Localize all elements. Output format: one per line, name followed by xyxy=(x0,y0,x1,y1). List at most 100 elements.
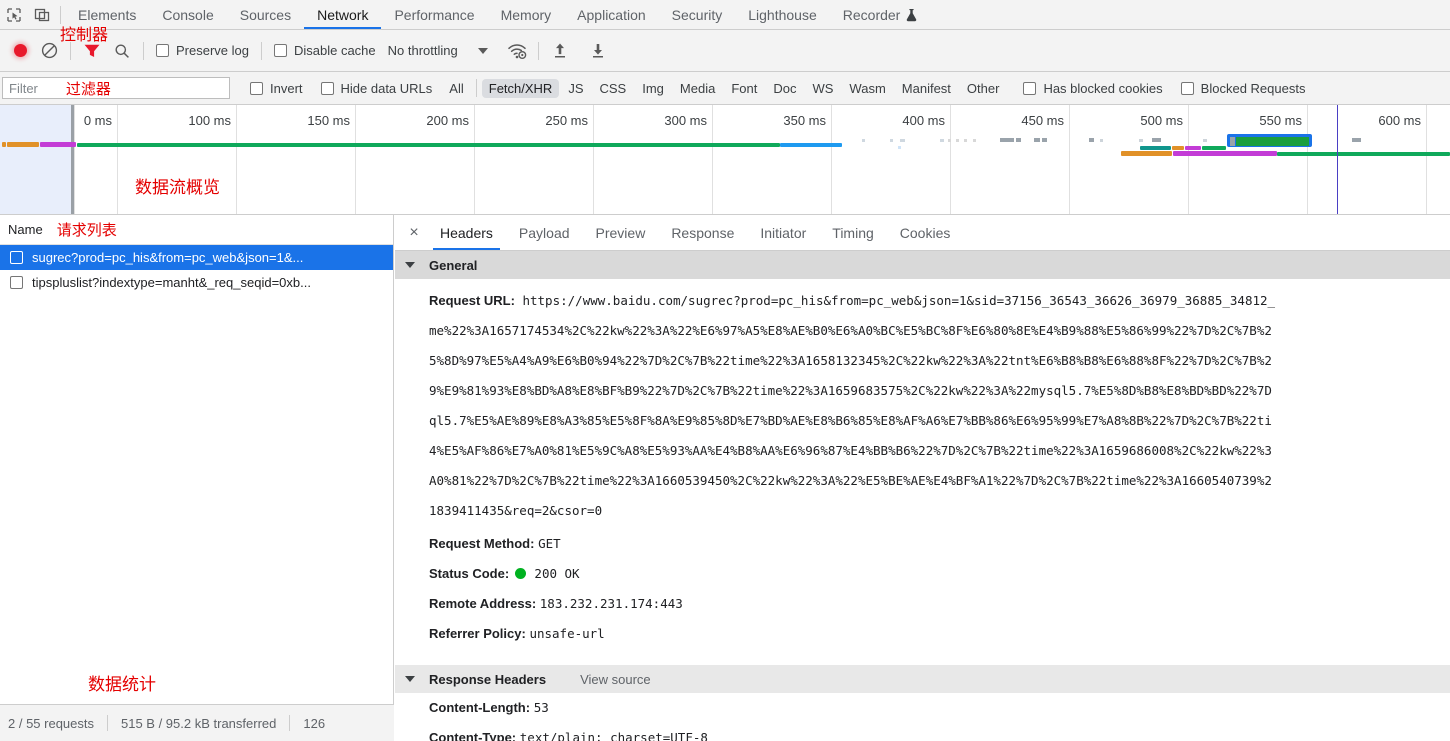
waterfall-micro-ticks xyxy=(1100,139,1103,142)
experiment-flask-icon xyxy=(905,8,918,22)
content-type-row: Content-Type: text/plain; charset=UTF-8 xyxy=(395,723,1450,741)
waterfall-bar-second-orange2 xyxy=(1172,146,1184,150)
request-row-tipspluslist[interactable]: tipspluslist?indextype=manht&_req_seqid=… xyxy=(0,270,393,295)
tab-timing[interactable]: Timing xyxy=(819,215,887,250)
tab-label: Memory xyxy=(500,6,552,23)
details-tabs: × Headers Payload Preview Response Initi… xyxy=(395,215,1450,251)
waterfall-micro-ticks xyxy=(1000,138,1014,142)
filter-type-css[interactable]: CSS xyxy=(593,79,634,98)
overview-tick-label: 500 ms xyxy=(1140,113,1183,128)
hide-data-urls-checkbox[interactable]: Hide data URLs xyxy=(319,81,435,96)
tab-network[interactable]: Network xyxy=(304,0,382,29)
network-status-bar: 2 / 55 requests 515 B / 95.2 kB transfer… xyxy=(0,704,394,741)
blocked-requests-checkbox[interactable]: Blocked Requests xyxy=(1179,81,1308,96)
tab-response[interactable]: Response xyxy=(658,215,747,250)
content-type-value: text/plain; charset=UTF-8 xyxy=(519,730,708,741)
throttling-select[interactable]: No throttling xyxy=(378,43,458,58)
requests-column-header[interactable]: Name 请求列表 xyxy=(0,215,393,245)
record-button[interactable] xyxy=(6,37,34,65)
disable-cache-label: Disable cache xyxy=(293,43,376,58)
filter-type-media[interactable]: Media xyxy=(673,79,722,98)
import-har-icon[interactable] xyxy=(545,37,575,65)
network-overview[interactable]: 0 ms 100 ms 150 ms 200 ms 250 ms 300 ms … xyxy=(0,105,1450,215)
export-har-icon[interactable] xyxy=(583,37,613,65)
overview-selected-request[interactable] xyxy=(1227,134,1312,147)
overview-tick-label: 0 ms xyxy=(83,113,112,128)
filter-type-wasm[interactable]: Wasm xyxy=(842,79,892,98)
filter-type-other[interactable]: Other xyxy=(960,79,1007,98)
overview-tick-label: 300 ms xyxy=(664,113,707,128)
preserve-log-checkbox[interactable]: Preserve log xyxy=(154,43,251,58)
waterfall-bar-second-purple-top xyxy=(1185,146,1201,150)
tab-application[interactable]: Application xyxy=(564,0,659,29)
tab-initiator[interactable]: Initiator xyxy=(747,215,819,250)
inspect-element-icon[interactable] xyxy=(0,1,28,29)
search-icon[interactable] xyxy=(107,37,137,65)
tab-performance[interactable]: Performance xyxy=(381,0,487,29)
tab-console[interactable]: Console xyxy=(149,0,226,29)
filter-type-all[interactable]: All xyxy=(442,79,470,98)
tab-payload[interactable]: Payload xyxy=(506,215,583,250)
remote-address-value: 183.232.231.174:443 xyxy=(539,596,683,611)
waterfall-micro-ticks xyxy=(973,139,976,142)
annotation-request-list: 请求列表 xyxy=(56,221,117,239)
filter-type-doc[interactable]: Doc xyxy=(766,79,803,98)
status-requests-count: 2 / 55 requests xyxy=(8,715,94,731)
remote-address-row: Remote Address: 183.232.231.174:443 xyxy=(395,589,1450,619)
toolbar-divider-3 xyxy=(260,41,262,60)
tab-label: Recorder xyxy=(842,6,901,23)
request-url-line: A0%81%22%7D%2C%7B%22time%22%3A1660539450… xyxy=(429,473,1272,488)
overview-dom-marker xyxy=(1337,105,1338,214)
tab-memory[interactable]: Memory xyxy=(488,0,565,29)
request-method-value: GET xyxy=(538,536,561,551)
request-checkbox[interactable] xyxy=(10,276,23,289)
tab-lighthouse[interactable]: Lighthouse xyxy=(735,0,830,29)
request-url-line: 1839411435&req=2&csor=0 xyxy=(429,503,603,518)
preserve-log-label: Preserve log xyxy=(176,43,249,58)
request-checkbox[interactable] xyxy=(10,251,23,264)
tab-sources[interactable]: Sources xyxy=(227,0,304,29)
section-response-headers[interactable]: Response Headers View source xyxy=(395,665,1450,693)
waterfall-micro-ticks xyxy=(956,139,959,142)
tab-preview[interactable]: Preview xyxy=(583,215,659,250)
filter-type-ws[interactable]: WS xyxy=(805,79,840,98)
filter-type-font[interactable]: Font xyxy=(724,79,764,98)
tab-security[interactable]: Security xyxy=(659,0,736,29)
section-general[interactable]: General xyxy=(395,251,1450,279)
close-icon[interactable]: × xyxy=(401,220,427,246)
tab-cookies[interactable]: Cookies xyxy=(887,215,964,250)
checkbox-box xyxy=(273,44,287,57)
filter-type-img[interactable]: Img xyxy=(635,79,671,98)
overview-tick-label: 250 ms xyxy=(545,113,588,128)
has-blocked-cookies-checkbox[interactable]: Has blocked cookies xyxy=(1021,81,1164,96)
waterfall-bar-main-blue xyxy=(780,143,842,147)
tab-label: Sources xyxy=(239,6,292,23)
waterfall-bar-second-teal xyxy=(1140,146,1171,150)
filter-toolbar: Filter 过滤器 Invert Hide data URLs All Fet… xyxy=(0,72,1450,105)
annotation-overview: 数据流概览 xyxy=(135,178,220,198)
request-url-line: 5%8D%97%E5%A4%A9%E6%B0%94%22%7D%2C%7B%22… xyxy=(429,353,1272,368)
network-conditions-icon[interactable] xyxy=(502,37,532,65)
waterfall-bar-main-green xyxy=(77,143,780,147)
filter-type-manifest[interactable]: Manifest xyxy=(895,79,958,98)
waterfall-micro-ticks xyxy=(940,139,944,142)
tab-recorder[interactable]: Recorder xyxy=(830,0,932,29)
waterfall-micro-ticks xyxy=(862,139,865,142)
chevron-down-icon[interactable] xyxy=(477,47,488,54)
overview-tick-label: 550 ms xyxy=(1259,113,1302,128)
device-toolbar-icon[interactable] xyxy=(28,1,56,29)
filter-type-js[interactable]: JS xyxy=(561,79,590,98)
waterfall-micro-ticks xyxy=(1352,138,1361,142)
overview-selection-window[interactable] xyxy=(0,105,74,214)
request-url-line: 9%E9%81%93%E8%BD%A8%E8%BF%B9%22%7D%2C%7B… xyxy=(429,383,1272,398)
filter-input[interactable]: Filter 过滤器 xyxy=(2,77,230,99)
view-source-link[interactable]: View source xyxy=(580,672,651,687)
tab-headers[interactable]: Headers xyxy=(427,215,506,250)
invert-checkbox[interactable]: Invert xyxy=(248,81,305,96)
filter-type-fetch-xhr[interactable]: Fetch/XHR xyxy=(481,78,560,98)
disable-cache-checkbox[interactable]: Disable cache xyxy=(272,43,378,58)
waterfall-bar-main-purple xyxy=(40,142,76,147)
request-url-value: https://www.baidu.com/sugrec?prod=pc_his… xyxy=(522,293,1276,308)
request-row-sugrec[interactable]: sugrec?prod=pc_his&from=pc_web&json=1&..… xyxy=(0,245,393,270)
request-url-block: Request URL: https://www.baidu.com/sugre… xyxy=(395,279,1450,526)
